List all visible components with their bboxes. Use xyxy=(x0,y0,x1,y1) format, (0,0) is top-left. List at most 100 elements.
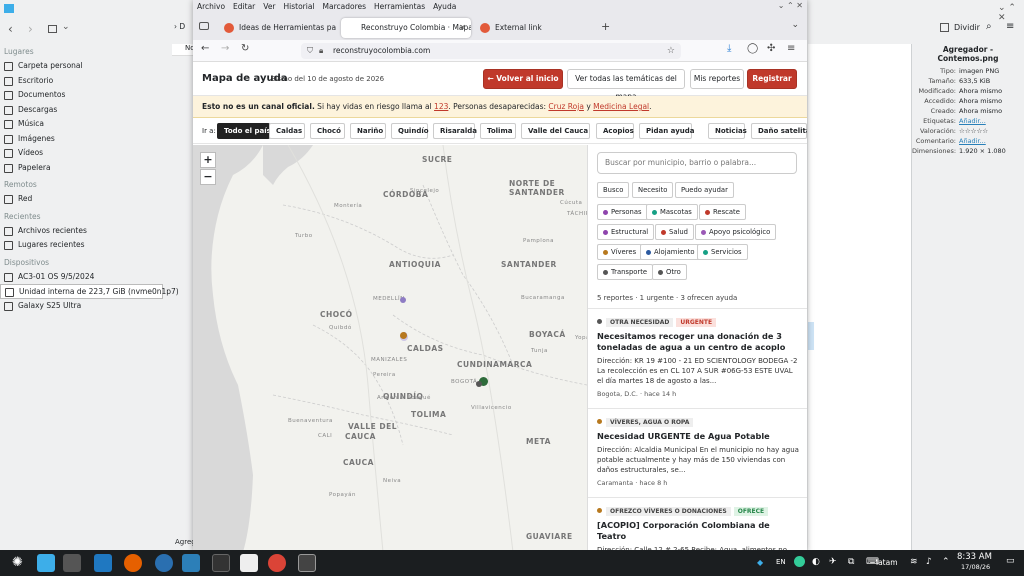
filter-chip[interactable]: Pidan ayuda xyxy=(639,123,694,139)
firefox-icon[interactable] xyxy=(124,554,142,572)
chrome-icon[interactable] xyxy=(268,554,286,572)
keyboard-layout[interactable]: latam xyxy=(876,558,898,567)
my-reports-button[interactable]: Mis reportes xyxy=(690,69,744,89)
place-item[interactable]: Carpeta personal xyxy=(0,59,193,74)
menu-item[interactable]: Ver xyxy=(263,0,275,14)
device-item[interactable]: Galaxy S25 Ultra xyxy=(0,299,193,314)
back-icon[interactable]: ‹ xyxy=(8,22,13,36)
text-editor-icon[interactable] xyxy=(240,554,258,572)
category-chip[interactable]: Apoyo psicológico xyxy=(695,224,777,240)
tray-expand-icon[interactable]: ⌃ xyxy=(942,557,950,567)
place-item-recent-files[interactable]: Archivos recientes xyxy=(0,224,193,239)
category-chip[interactable]: Personas xyxy=(597,204,648,220)
report-card[interactable]: VÍVERES, AGUA O ROPA Necesidad URGENTE de… xyxy=(588,408,807,495)
extensions-icon[interactable]: ✣ xyxy=(767,43,775,54)
file-manager-icon[interactable] xyxy=(37,554,55,572)
clipboard-icon[interactable]: ⧉ xyxy=(848,557,854,567)
menu-icon[interactable]: ≡ xyxy=(787,43,795,54)
close-icon[interactable]: ✕ xyxy=(459,18,466,38)
device-item[interactable]: Unidad interna de 223,7 GiB (nvme0n1p7) xyxy=(0,284,179,299)
tab-ideas[interactable]: Ideas de Herramientas pa xyxy=(219,18,337,38)
card-title[interactable]: Necesitamos recoger una donación de 3 to… xyxy=(597,331,799,353)
menu-item[interactable]: Editar xyxy=(233,0,255,14)
forward-arrow-icon[interactable]: → xyxy=(221,43,229,54)
menu-item[interactable]: Historial xyxy=(284,0,315,14)
place-item[interactable]: Papelera xyxy=(0,161,193,176)
sidebar-icon[interactable] xyxy=(199,22,209,30)
filter-chip[interactable]: Tolima xyxy=(480,123,516,139)
filter-chip[interactable]: Daño satelital xyxy=(751,123,807,139)
clock-time[interactable]: 8:33 AM xyxy=(957,552,992,562)
menu-item[interactable]: Archivo xyxy=(197,0,225,14)
tab-external[interactable]: External link xyxy=(475,18,597,38)
input-language[interactable]: EN xyxy=(776,558,786,566)
filter-chip[interactable]: Valle del Cauca xyxy=(521,123,590,139)
type-chip[interactable]: Busco xyxy=(597,182,630,198)
category-chip[interactable]: Alojamiento xyxy=(640,244,701,260)
add-link[interactable]: Añadir... xyxy=(959,136,986,146)
chevron-down-icon[interactable]: ⌄ xyxy=(791,20,799,30)
titlebar-buttons[interactable]: ⌄ ⌃ ✕ xyxy=(998,3,1024,23)
place-item[interactable]: Imágenes xyxy=(0,132,193,147)
forward-icon[interactable]: › xyxy=(28,22,33,36)
filter-chip[interactable]: Quindío xyxy=(391,123,429,139)
breadcrumb[interactable]: › D xyxy=(174,22,185,31)
window-icon[interactable] xyxy=(298,554,316,572)
report-card[interactable]: OTRA NECESIDAD URGENTE Necesitamos recoger… xyxy=(588,308,807,406)
menu-item[interactable]: Marcadores xyxy=(323,0,367,14)
zoom-out-button[interactable]: − xyxy=(200,169,216,185)
filter-chip[interactable]: Caldas xyxy=(269,123,305,139)
category-chip[interactable]: Estructural xyxy=(597,224,655,240)
app-icon[interactable] xyxy=(182,554,200,572)
place-item[interactable]: Música xyxy=(0,117,193,132)
terminal-icon[interactable] xyxy=(212,554,230,572)
split-button[interactable]: Dividir xyxy=(954,23,980,32)
start-menu-icon[interactable]: ✺ xyxy=(12,555,23,570)
map[interactable]: SUCRE CÓRDOBA NORTE DE SANTANDER ANTIOQUIA S… xyxy=(193,145,587,552)
bookmark-star-icon[interactable]: ☆ xyxy=(667,43,675,59)
thunderbird-icon[interactable] xyxy=(155,554,173,572)
add-link[interactable]: Añadir... xyxy=(959,116,986,126)
place-item[interactable]: Descargas xyxy=(0,103,193,118)
selected-row[interactable] xyxy=(808,322,814,350)
system-settings-icon[interactable] xyxy=(63,554,81,572)
type-chip[interactable]: Necesito xyxy=(632,182,674,198)
themes-button[interactable]: Ver todas las temáticas del mapa xyxy=(567,69,685,101)
reload-icon[interactable]: ↻ xyxy=(241,43,249,54)
register-button[interactable]: Registrar xyxy=(747,69,797,89)
back-arrow-icon[interactable]: ← xyxy=(201,43,209,54)
back-home-button[interactable]: ← Volver al inicio xyxy=(483,69,563,89)
category-chip[interactable]: Rescate xyxy=(699,204,746,220)
filter-chip[interactable]: Nariño xyxy=(350,123,386,139)
chevron-down-icon[interactable]: ⌄ xyxy=(62,22,70,32)
filter-chip[interactable]: Risaralda xyxy=(433,123,477,139)
emergency-phone-link[interactable]: 123 xyxy=(434,102,448,111)
category-chip[interactable]: Transporte xyxy=(597,264,654,280)
map-marker[interactable] xyxy=(400,297,406,303)
clock-date[interactable]: 17/08/26 xyxy=(961,563,990,571)
shield-icon[interactable]: ⛉ xyxy=(307,43,313,59)
category-chip[interactable]: Mascotas xyxy=(646,204,698,220)
menu-item[interactable]: Herramientas xyxy=(374,0,425,14)
app-tray-icon[interactable] xyxy=(794,556,805,567)
map-marker[interactable] xyxy=(476,381,482,387)
category-chip[interactable]: Otro xyxy=(652,264,687,280)
place-item[interactable]: Escritorio xyxy=(0,74,193,89)
new-tab-icon[interactable]: + xyxy=(601,20,610,33)
menu-item[interactable]: Ayuda xyxy=(433,0,456,14)
filter-chip[interactable]: Chocó xyxy=(310,123,345,139)
place-item-red[interactable]: Red xyxy=(0,192,193,207)
filter-chip[interactable]: Acopios xyxy=(596,123,634,139)
discover-icon[interactable] xyxy=(94,554,112,572)
column-header[interactable]: No xyxy=(172,44,195,56)
show-desktop-icon[interactable]: ▭ xyxy=(1006,556,1015,566)
dropbox-icon[interactable]: ◆ xyxy=(757,558,763,567)
wifi-icon[interactable]: ≋ xyxy=(910,557,918,567)
cruz-roja-link[interactable]: Cruz Roja xyxy=(548,102,584,111)
view-mode-icon[interactable] xyxy=(48,25,57,33)
category-chip[interactable]: Víveres xyxy=(597,244,643,260)
report-card[interactable]: OFREZCO VÍVERES O DONACIONES OFRECE [ACOPI… xyxy=(588,497,807,552)
url-field[interactable]: ⛉ 🔒︎ reconstruyocolombia.com ☆ xyxy=(301,43,681,59)
category-chip[interactable]: Servicios xyxy=(697,244,748,260)
type-chip[interactable]: Puedo ayudar xyxy=(675,182,734,198)
